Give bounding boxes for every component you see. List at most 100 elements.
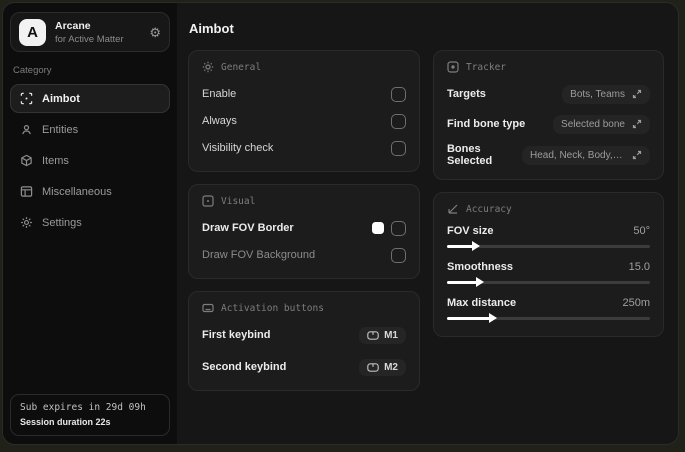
draw-fov-background-checkbox[interactable]: [390, 247, 406, 263]
sidebar-item-label: Entities: [42, 123, 79, 136]
setting-label: Visibility check: [202, 142, 274, 154]
setting-row-fov-size: FOV size 50°: [446, 225, 650, 251]
setting-row-draw-fov-background: Draw FOV Background: [202, 244, 406, 266]
mouse-icon: [367, 330, 379, 340]
sidebar-item-label: Settings: [42, 216, 82, 229]
sub-expires-text: Sub expires in 29d 09h: [20, 402, 146, 413]
app-window: A Arcane for Active Matter ⚙ Category Ai…: [2, 2, 679, 445]
setting-row-second-keybind: Second keybind M2: [202, 356, 406, 378]
panel-general: General Enable Always Visibility check: [188, 50, 420, 172]
settings-gear-icon: [20, 216, 33, 229]
sidebar-item-items[interactable]: Items: [10, 146, 170, 175]
setting-label: Second keybind: [202, 361, 287, 373]
bones-selected-select[interactable]: Head, Neck, Body, Pe..: [522, 145, 650, 165]
panel-accuracy: Accuracy FOV size 50° Smoothness 15.0 Ma…: [432, 192, 664, 337]
second-keybind-button[interactable]: M2: [359, 358, 406, 376]
sidebar: A Arcane for Active Matter ⚙ Category Ai…: [3, 3, 177, 444]
setting-label: Smoothness: [446, 261, 513, 273]
targets-select[interactable]: Bots, Teams: [562, 84, 650, 104]
app-subtitle: for Active Matter: [55, 33, 124, 45]
layout-list-icon: [20, 185, 33, 198]
slider-thumb[interactable]: [472, 241, 481, 251]
frame-icon: [202, 195, 214, 207]
expand-icon: [632, 89, 642, 99]
panel-title: General: [221, 61, 262, 73]
keyboard-icon: [202, 302, 214, 314]
slider-thumb[interactable]: [476, 277, 485, 287]
subscription-info-box: Sub expires in 29d 09h Session duration …: [10, 394, 170, 436]
find-bone-type-select[interactable]: Selected bone: [553, 114, 650, 134]
gear-icon[interactable]: ⚙: [149, 26, 161, 39]
slider-thumb[interactable]: [488, 313, 497, 323]
fov-size-value: 50°: [633, 225, 650, 237]
keybind-value: M1: [384, 329, 398, 341]
entities-icon: [20, 123, 33, 136]
first-keybind-button[interactable]: M1: [359, 326, 406, 344]
setting-row-always: Always: [202, 110, 406, 132]
setting-label: Bones Selected: [446, 143, 493, 167]
sidebar-item-settings[interactable]: Settings: [10, 208, 170, 237]
setting-label: Targets: [446, 88, 486, 100]
panel-activation-buttons: Activation buttons First keybind M1 Seco…: [188, 291, 420, 391]
setting-label: FOV size: [446, 225, 494, 237]
target-icon: [447, 61, 459, 73]
setting-row-first-keybind: First keybind M1: [202, 324, 406, 346]
main-content: Aimbot General Enable Always Visibility …: [177, 3, 678, 444]
setting-row-smoothness: Smoothness 15.0: [446, 261, 650, 287]
setting-row-max-distance: Max distance 250m: [446, 297, 650, 323]
setting-label: Always: [202, 115, 237, 127]
visibility-check-checkbox[interactable]: [390, 140, 406, 156]
sidebar-nav: Aimbot Entities Items Miscellaneous Sett…: [10, 84, 170, 237]
cube-icon: [20, 154, 33, 167]
setting-label: Enable: [202, 88, 237, 100]
select-value: Selected bone: [561, 118, 625, 130]
draw-fov-border-checkbox[interactable]: [390, 220, 406, 236]
setting-row-bones-selected: Bones Selected Head, Neck, Body, Pe..: [447, 143, 650, 167]
enable-checkbox[interactable]: [390, 86, 406, 102]
panel-title: Activation buttons: [221, 302, 324, 314]
max-distance-slider[interactable]: [446, 313, 650, 323]
setting-label: First keybind: [202, 329, 271, 341]
max-distance-value: 250m: [622, 297, 650, 309]
select-value: Bots, Teams: [570, 88, 625, 100]
crosshair-icon: [20, 92, 33, 105]
page-title: Aimbot: [189, 21, 234, 36]
setting-label: Draw FOV Border: [202, 222, 294, 234]
setting-label: Draw FOV Background: [202, 249, 316, 261]
category-label: Category: [13, 65, 52, 76]
app-name: Arcane: [55, 19, 91, 32]
sidebar-item-entities[interactable]: Entities: [10, 115, 170, 144]
panel-title: Accuracy: [465, 203, 512, 215]
select-value: Head, Neck, Body, Pe..: [530, 149, 625, 161]
sidebar-item-label: Items: [42, 154, 69, 167]
setting-row-draw-fov-border: Draw FOV Border: [202, 217, 406, 239]
sidebar-item-miscellaneous[interactable]: Miscellaneous: [10, 177, 170, 206]
profile-card: A Arcane for Active Matter ⚙: [10, 12, 170, 52]
always-checkbox[interactable]: [390, 113, 406, 129]
mouse-icon: [367, 362, 379, 372]
setting-row-enable: Enable: [202, 83, 406, 105]
panel-tracker: Tracker Targets Bots, Teams Find bone ty…: [432, 50, 664, 180]
smoothness-slider[interactable]: [446, 277, 650, 287]
sun-icon: [202, 61, 214, 73]
smoothness-value: 15.0: [628, 261, 650, 273]
setting-row-find-bone-type: Find bone type Selected bone: [447, 113, 650, 135]
sidebar-item-label: Aimbot: [42, 92, 80, 105]
angle-icon: [447, 203, 459, 215]
fov-border-color-swatch[interactable]: [371, 222, 384, 234]
fov-size-slider[interactable]: [446, 241, 650, 251]
setting-row-visibility-check: Visibility check: [202, 137, 406, 159]
setting-label: Find bone type: [446, 118, 526, 130]
panel-title: Visual: [221, 195, 256, 207]
profile-text: Arcane for Active Matter: [55, 20, 140, 45]
session-duration-text: Session duration 22s: [20, 417, 111, 427]
sidebar-item-label: Miscellaneous: [42, 185, 112, 198]
setting-label: Max distance: [446, 297, 517, 309]
panel-title: Tracker: [465, 61, 507, 73]
app-logo: A: [19, 18, 46, 46]
setting-row-targets: Targets Bots, Teams: [447, 83, 650, 105]
expand-icon: [632, 150, 642, 160]
keybind-value: M2: [384, 361, 398, 373]
expand-icon: [632, 119, 642, 129]
sidebar-item-aimbot[interactable]: Aimbot: [10, 84, 170, 113]
